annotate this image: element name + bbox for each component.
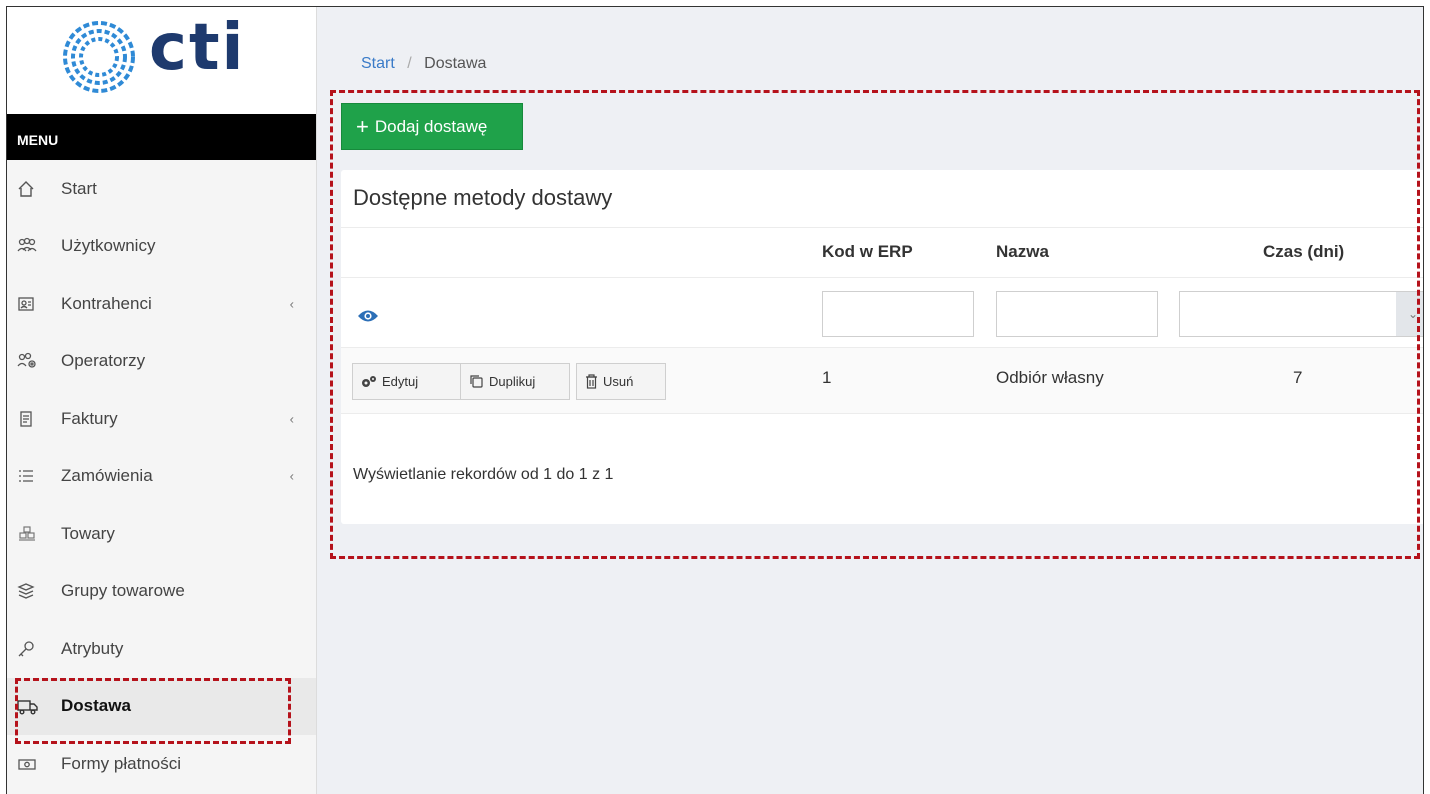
- breadcrumb-current: Dostawa: [424, 55, 487, 72]
- sidebar-item-attributes[interactable]: Atrybuty: [7, 620, 316, 678]
- money-icon: [17, 755, 61, 773]
- sidebar-item-label: Grupy towarowe: [61, 581, 185, 601]
- duplicate-button[interactable]: Duplikuj: [460, 363, 570, 400]
- delete-button[interactable]: Usuń: [576, 363, 666, 400]
- breadcrumb-separator: /: [407, 55, 412, 72]
- list-icon: [17, 467, 61, 485]
- sidebar-item-product-groups[interactable]: Grupy towarowe: [7, 563, 316, 621]
- users-icon: [17, 237, 61, 255]
- table-row: Edytuj Duplikuj Usuń 1 Odbiór własny 7: [341, 348, 1423, 414]
- sidebar-item-label: Dostawa: [61, 696, 131, 716]
- sidebar-item-delivery[interactable]: Dostawa: [7, 677, 316, 735]
- operators-icon: [17, 352, 61, 370]
- filter-time-select[interactable]: ⌄: [1179, 291, 1423, 337]
- gears-icon: [361, 375, 377, 389]
- filter-row: ⌄: [341, 278, 1423, 348]
- sidebar-item-label: Formy płatności: [61, 753, 181, 773]
- copy-icon: [469, 374, 484, 389]
- duplicate-label: Duplikuj: [489, 374, 536, 389]
- column-header-code[interactable]: Kod w ERP: [822, 242, 913, 262]
- logo-mark-icon: [63, 21, 135, 93]
- logo: cti: [7, 7, 316, 114]
- chevron-left-icon: ‹: [289, 411, 294, 427]
- trash-icon: [585, 374, 598, 389]
- home-icon: [17, 180, 61, 198]
- cell-code: 1: [822, 368, 832, 387]
- sidebar-item-label: Faktury: [61, 408, 118, 428]
- plus-icon: +: [356, 113, 369, 139]
- contact-card-icon: [17, 295, 61, 313]
- delete-label: Usuń: [603, 374, 634, 389]
- layers-icon: [17, 582, 61, 600]
- menu-header: MENU: [7, 114, 316, 160]
- cell-name: Odbiór własny: [996, 368, 1104, 387]
- invoice-icon: [17, 410, 61, 428]
- column-header-time[interactable]: Czas (dni): [1263, 242, 1344, 262]
- sidebar-nav: Start Użytkownicy Kontrahenci ‹ Operator…: [7, 160, 316, 793]
- edit-button[interactable]: Edytuj: [352, 363, 462, 400]
- table-header: Kod w ERP Nazwa Czas (dni): [341, 228, 1423, 278]
- records-info: Wyświetlanie rekordów od 1 do 1 z 1: [353, 466, 614, 483]
- sidebar-item-invoices[interactable]: Faktury ‹: [7, 390, 316, 448]
- main-content: Start / Dostawa + Dodaj dostawę Dostępne…: [317, 7, 1423, 794]
- panel-title: Dostępne metody dostawy: [341, 170, 1423, 228]
- delivery-methods-panel: Dostępne metody dostawy Kod w ERP Nazwa …: [341, 170, 1423, 524]
- sidebar-item-operators[interactable]: Operatorzy: [7, 333, 316, 391]
- logo-text: cti: [149, 11, 246, 85]
- sidebar-item-users[interactable]: Użytkownicy: [7, 218, 316, 276]
- sidebar-item-products[interactable]: Towary: [7, 505, 316, 563]
- edit-label: Edytuj: [382, 374, 419, 389]
- app-window: cti MENU Start Użytkownicy Kontrahenci ‹…: [6, 6, 1424, 794]
- chevron-left-icon: ‹: [289, 468, 294, 484]
- eye-icon[interactable]: [357, 308, 379, 329]
- sidebar: cti MENU Start Użytkownicy Kontrahenci ‹…: [7, 7, 317, 794]
- chevron-down-icon[interactable]: ⌄: [1396, 292, 1423, 336]
- sidebar-item-orders[interactable]: Zamówienia ‹: [7, 448, 316, 506]
- cell-time: 7: [1293, 368, 1303, 387]
- chevron-left-icon: ‹: [289, 296, 294, 312]
- sidebar-item-label: Kontrahenci: [61, 293, 152, 313]
- sidebar-item-start[interactable]: Start: [7, 160, 316, 218]
- sidebar-item-label: Zamówienia: [61, 466, 153, 486]
- column-header-name[interactable]: Nazwa: [996, 242, 1049, 262]
- sidebar-item-payment-methods[interactable]: Formy płatności: [7, 735, 316, 793]
- sidebar-item-contractors[interactable]: Kontrahenci ‹: [7, 275, 316, 333]
- sidebar-item-label: Użytkownicy: [61, 236, 156, 256]
- sidebar-item-label: Start: [61, 178, 97, 198]
- key-icon: [17, 640, 61, 658]
- sidebar-item-label: Operatorzy: [61, 351, 146, 371]
- breadcrumb-home-link[interactable]: Start: [361, 55, 395, 72]
- breadcrumb: Start / Dostawa: [361, 55, 486, 73]
- truck-icon: [17, 697, 61, 715]
- filter-code-input[interactable]: [822, 291, 974, 337]
- add-delivery-label: Dodaj dostawę: [374, 116, 488, 136]
- boxes-icon: [17, 525, 61, 543]
- filter-name-input[interactable]: [996, 291, 1158, 337]
- sidebar-item-label: Towary: [61, 523, 115, 543]
- sidebar-item-label: Atrybuty: [61, 638, 124, 658]
- add-delivery-button[interactable]: + Dodaj dostawę: [341, 103, 523, 150]
